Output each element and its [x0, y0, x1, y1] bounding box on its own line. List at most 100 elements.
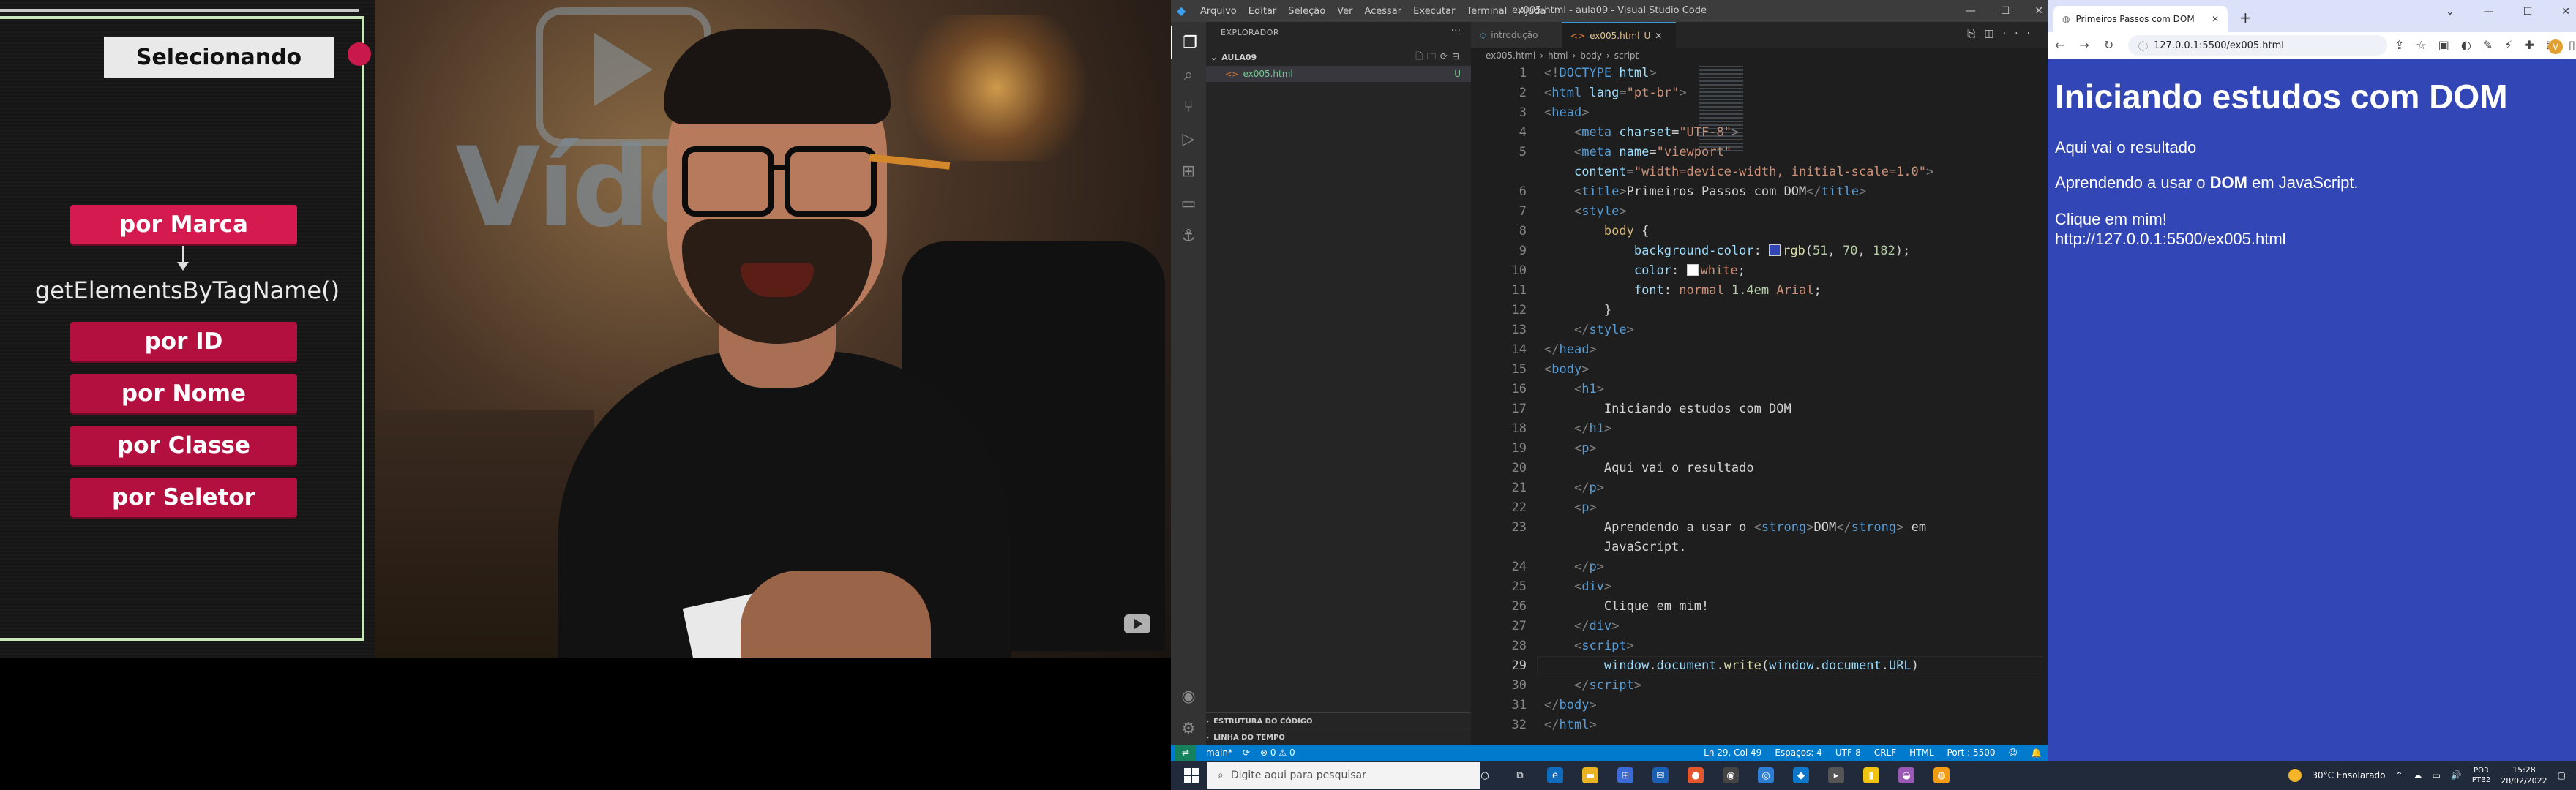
back-icon[interactable]: ←: [2055, 38, 2064, 52]
store-icon[interactable]: ⊞: [1617, 767, 1633, 783]
sidebar-icon[interactable]: ▯: [2569, 38, 2575, 52]
clickable-div[interactable]: Clique em mim!: [2055, 210, 2167, 229]
search-icon[interactable]: ⌕: [1171, 59, 1206, 91]
account-icon[interactable]: ◉: [1171, 680, 1206, 712]
taskbar-search[interactable]: ⌕ Digite aqui para pesquisar: [1208, 762, 1480, 789]
settings-gear-icon[interactable]: ⚙: [1171, 712, 1206, 745]
minimize-icon[interactable]: —: [2484, 6, 2494, 18]
extensions-icon[interactable]: ⊞: [1171, 155, 1206, 187]
chevron-down-icon[interactable]: ⌄: [2446, 6, 2455, 18]
timeline-section[interactable]: › LINHA DO TEMPO: [1206, 729, 1471, 745]
bookmark-star-icon[interactable]: ☆: [2416, 38, 2426, 52]
new-tab-icon[interactable]: +: [2239, 9, 2252, 26]
github-icon[interactable]: ◉: [1723, 767, 1739, 783]
menu-acessar[interactable]: Acessar: [1364, 6, 1401, 17]
play-sign-icon: [594, 33, 653, 106]
bell-icon[interactable]: 🔔: [2031, 748, 2042, 758]
terminal-icon[interactable]: ▸: [1828, 767, 1844, 783]
code-line: </h1>: [1573, 421, 1612, 436]
browser-tab[interactable]: ◍ Primeiros Passos com DOM ✕: [2053, 6, 2228, 32]
remote-explorer-icon[interactable]: ▭: [1171, 187, 1206, 219]
menu-ver[interactable]: Ver: [1337, 6, 1352, 17]
extension-icon[interactable]: ◐: [2461, 38, 2471, 52]
close-icon[interactable]: ✕: [2034, 5, 2043, 17]
cortana-icon[interactable]: ○: [1477, 767, 1493, 783]
chrome-icon[interactable]: ◎: [1758, 767, 1774, 783]
run-debug-icon[interactable]: ▷: [1171, 123, 1206, 155]
edge-icon[interactable]: e: [1547, 767, 1563, 783]
explorer-actions[interactable]: 🗋🗀⟳⊟: [1415, 50, 1464, 65]
puzzle-icon[interactable]: ✚: [2524, 38, 2534, 52]
extension-icon[interactable]: ⚡: [2504, 38, 2512, 52]
breadcrumb-script[interactable]: script: [1614, 50, 1639, 61]
file-explorer-icon[interactable]: ▬: [1582, 767, 1598, 783]
breadcrumb-html[interactable]: html: [1548, 50, 1568, 61]
profile-avatar[interactable]: V: [2548, 40, 2563, 54]
menu-terminal[interactable]: Terminal: [1467, 6, 1507, 17]
mail-icon[interactable]: ✉: [1652, 767, 1669, 783]
share-icon[interactable]: ⇪: [2395, 38, 2404, 52]
maximize-icon[interactable]: ☐: [2001, 5, 2010, 17]
eyedropper-icon[interactable]: ✎: [2483, 38, 2493, 52]
explorer-icon[interactable]: ❐: [1171, 26, 1208, 59]
file-row[interactable]: <> ex005.html U: [1206, 66, 1471, 82]
code-line: <html lang="pt-br">: [1544, 86, 1687, 100]
clock[interactable]: 15:28 28/02/2022: [2501, 764, 2547, 786]
breadcrumb-file[interactable]: ex005.html: [1486, 50, 1535, 61]
menu-editar[interactable]: Editar: [1248, 6, 1277, 17]
menu-arquivo[interactable]: Arquivo: [1200, 6, 1237, 17]
tray-app-icon[interactable]: ☁: [2414, 770, 2422, 780]
extension-icon[interactable]: ▣: [2438, 38, 2449, 52]
cursor-position[interactable]: Ln 29, Col 49: [1704, 748, 1761, 758]
slide-title: Selecionando: [104, 37, 334, 78]
code-line: <h1>: [1573, 382, 1604, 396]
close-icon[interactable]: ✕: [1655, 31, 1662, 41]
app-icon[interactable]: ◒: [1898, 767, 1914, 783]
firefox-icon[interactable]: ●: [1688, 767, 1704, 783]
minimap[interactable]: [1699, 64, 1743, 151]
language-indicator[interactable]: POR PTB2: [2472, 766, 2490, 785]
branch-status[interactable]: main*: [1206, 748, 1232, 758]
minimize-icon[interactable]: —: [1966, 5, 1976, 17]
docker-icon[interactable]: ⚓: [1171, 219, 1206, 252]
forward-icon[interactable]: →: [2079, 38, 2089, 52]
notifications-icon[interactable]: ▢: [2558, 770, 2566, 780]
menu-executar[interactable]: Executar: [1413, 6, 1455, 17]
remote-icon[interactable]: ⇌: [1175, 745, 1196, 761]
live-server-port[interactable]: Port : 5500: [1947, 748, 1996, 758]
vscode-taskbar-icon[interactable]: ◆: [1793, 767, 1809, 783]
feedback-icon[interactable]: ☺: [2009, 748, 2018, 758]
address-bar[interactable]: ⓘ 127.0.0.1:5500/ex005.html: [2128, 35, 2387, 56]
problems-status[interactable]: ⊗ 0 ⚠ 0: [1260, 748, 1295, 758]
tab-introducao[interactable]: ◇ introdução: [1471, 22, 1576, 48]
close-tab-icon[interactable]: ✕: [2212, 14, 2219, 24]
more-actions-icon[interactable]: ···: [1451, 25, 1461, 37]
editor-actions[interactable]: ⎘◫···: [1967, 28, 2039, 40]
volume-icon[interactable]: 🔊: [2451, 770, 2462, 780]
encoding[interactable]: UTF-8: [1835, 748, 1861, 758]
start-button-icon[interactable]: [1184, 768, 1199, 783]
browser-taskbar-icon[interactable]: ◍: [1933, 767, 1950, 783]
task-view-icon[interactable]: ⧉: [1512, 767, 1528, 783]
outline-section[interactable]: › ESTRUTURA DO CÓDIGO: [1206, 712, 1471, 729]
notes-icon[interactable]: ▮: [1863, 767, 1879, 783]
tray-chevron-icon[interactable]: ⌃: [2396, 770, 2403, 780]
source-control-icon[interactable]: ⑂: [1171, 91, 1206, 123]
menu-selecao[interactable]: Seleção: [1288, 6, 1325, 17]
network-icon[interactable]: ▭: [2433, 770, 2441, 780]
maximize-icon[interactable]: ☐: [2523, 6, 2533, 18]
code-editor[interactable]: <!DOCTYPE html> <html lang="pt-br"> <hea…: [1471, 64, 2048, 745]
language-mode[interactable]: HTML: [1909, 748, 1933, 758]
lesson-slide: Selecionando por Marca getElementsByTagN…: [0, 0, 375, 658]
line-ending[interactable]: CRLF: [1874, 748, 1896, 758]
close-icon[interactable]: ✕: [2561, 6, 2570, 18]
menu-ajuda[interactable]: Ajuda: [1519, 6, 1546, 17]
reload-icon[interactable]: ↻: [2104, 38, 2113, 52]
indentation[interactable]: Espaços: 4: [1775, 748, 1822, 758]
breadcrumb-body[interactable]: body: [1580, 50, 1602, 61]
weather-text[interactable]: 30°C Ensolarado: [2312, 770, 2385, 780]
line-number: 9: [1519, 244, 1527, 258]
sync-icon[interactable]: ⟳: [1243, 748, 1250, 758]
info-icon[interactable]: ⓘ: [2138, 39, 2148, 53]
tab-ex005[interactable]: <> ex005.html U ✕: [1562, 22, 1676, 48]
